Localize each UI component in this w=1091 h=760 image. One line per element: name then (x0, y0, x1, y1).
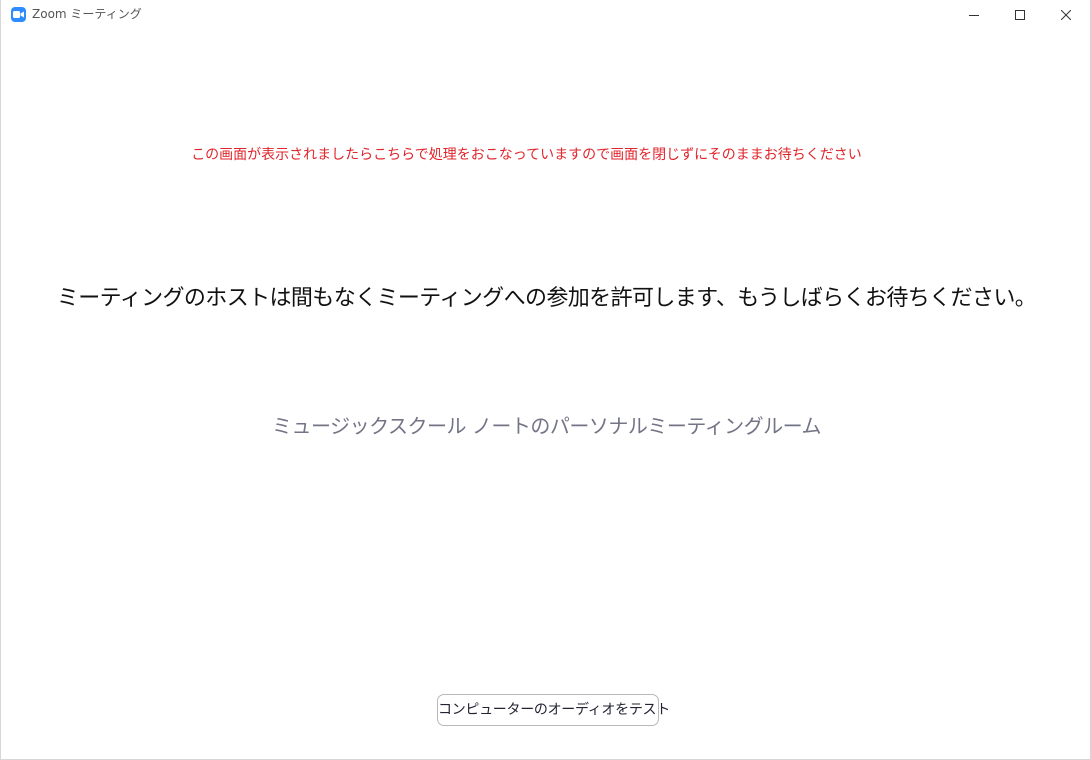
meeting-room-name: ミュージックスクール ノートのパーソナルミーティングルーム (271, 414, 822, 438)
close-icon (1061, 10, 1071, 20)
zoom-meeting-window: Zoom ミーティング この画面が表示されましたらこちらで処理をおこなっています… (0, 0, 1091, 760)
window-title: Zoom ミーティング (32, 7, 142, 21)
minimize-button[interactable] (951, 0, 997, 30)
test-computer-audio-button[interactable]: コンピューターのオーディオをテスト (437, 694, 670, 726)
waiting-message: ミーティングのホストは間もなくミーティングへの参加を許可します、もうしばらくお待… (56, 286, 1037, 311)
title-bar[interactable]: Zoom ミーティング (1, 0, 1090, 30)
maximize-icon (1015, 10, 1025, 20)
minimize-icon (969, 15, 979, 16)
maximize-button[interactable] (997, 0, 1043, 30)
processing-notice: この画面が表示されましたらこちらで処理をおこなっていますので画面を閉じずにそのま… (191, 147, 862, 163)
zoom-camera-icon (11, 7, 26, 22)
close-button[interactable] (1043, 0, 1089, 30)
